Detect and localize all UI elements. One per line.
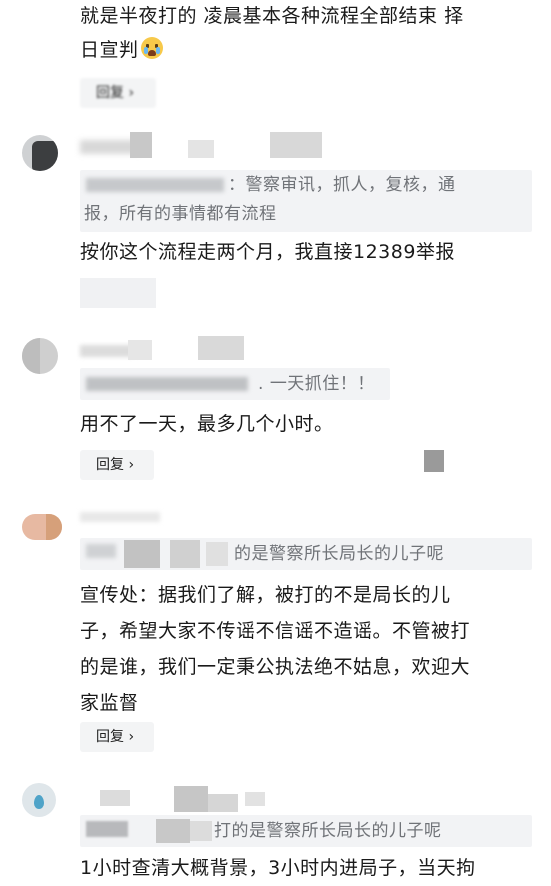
quoted-username-redacted [124, 540, 160, 568]
quoted-username-redacted [86, 544, 116, 558]
chevron-right-icon: › [124, 729, 135, 745]
comment-2-text: 按你这个流程走两个月，我直接12389举报 [80, 241, 455, 263]
chevron-right-icon: › [124, 457, 135, 473]
avatar[interactable] [22, 783, 56, 817]
timestamp-redacted [245, 792, 265, 806]
reply-button-3[interactable]: 回复 › [80, 450, 154, 480]
quoted-text: 打的是警察所长局长的儿子呢 [214, 821, 442, 841]
comment-4-text-line1: 宣传处：据我们了解，被打的不是局长的儿 [80, 584, 451, 606]
chevron-right-icon: › [124, 85, 135, 101]
timestamp-redacted [270, 132, 322, 158]
comment-5-text: 1小时查清大概背景，3小时内进局子，当天拘 [80, 857, 476, 879]
avatar[interactable] [22, 338, 58, 374]
comment-1-text-line1: 就是半夜打的 凌晨基本各种流程全部结束 择 [80, 5, 464, 27]
username-redacted [174, 786, 208, 812]
crying-face-icon [140, 37, 163, 59]
quoted-username-redacted [156, 819, 190, 843]
quoted-text-label: 一天抓住！！ [269, 374, 375, 394]
quoted-text-line2: 报，所有的事情都有流程 [84, 204, 277, 224]
reply-button-4-label: 回复 [96, 729, 124, 745]
quoted-text-line1-label: 警察审讯，抓人，复核，通 [245, 175, 456, 195]
timestamp-redacted [198, 336, 244, 360]
like-button-redacted[interactable] [424, 450, 444, 472]
quoted-text: 的是警察所长局长的儿子呢 [234, 544, 444, 564]
quoted-username-redacted [190, 821, 212, 841]
quoted-comment-2: ：警察审讯，抓人，复核，通 报，所有的事情都有流程 [80, 170, 532, 232]
avatar-image [46, 514, 62, 540]
quoted-comment-5: 打的是警察所长局长的儿子呢 [80, 815, 532, 847]
reply-button-1-label: 回复 [96, 85, 124, 101]
reply-button-1[interactable]: 回复 › [80, 78, 156, 108]
quoted-comment-3: . 一天抓住！！ [80, 368, 390, 400]
reply-button-3-label: 回复 [96, 457, 124, 473]
username-redacted [128, 340, 152, 360]
comment-1-text-line2-label: 日宣判 [80, 39, 139, 61]
comment-3-text: 用不了一天，最多几个小时。 [80, 413, 334, 435]
quoted-username-redacted [86, 178, 224, 192]
username-redacted[interactable] [80, 512, 160, 522]
quoted-username-redacted [170, 540, 200, 568]
username-redacted[interactable] [100, 790, 130, 806]
comment-4-text-line2: 子，希望大家不传谣不信谣不造谣。不管被打 [80, 620, 471, 642]
timestamp-redacted [188, 140, 214, 158]
quoted-comment-4: 的是警察所长局长的儿子呢 [80, 538, 532, 570]
comment-4-text-line3: 的是谁，我们一定秉公执法绝不姑息，欢迎大 [80, 656, 471, 678]
username-redacted [130, 132, 152, 158]
avatar-image [34, 795, 44, 809]
quoted-username-redacted [86, 377, 248, 391]
avatar-image [22, 338, 40, 374]
comment-4-text-line4: 家监督 [80, 692, 139, 714]
quoted-text: . 一天抓住！！ [258, 374, 375, 394]
username-redacted [208, 794, 238, 812]
comment-1-text-line2: 日宣判 [80, 32, 163, 68]
avatar[interactable] [22, 135, 58, 171]
reply-button-2-redacted[interactable] [80, 278, 156, 308]
quoted-text-line1: ：警察审讯，抓人，复核，通 [228, 175, 456, 195]
avatar-image [32, 141, 58, 171]
quoted-username-redacted [206, 542, 228, 566]
avatar[interactable] [22, 514, 62, 540]
username-redacted[interactable] [80, 345, 134, 357]
quoted-username-redacted [86, 821, 128, 837]
reply-button-4[interactable]: 回复 › [80, 722, 154, 752]
